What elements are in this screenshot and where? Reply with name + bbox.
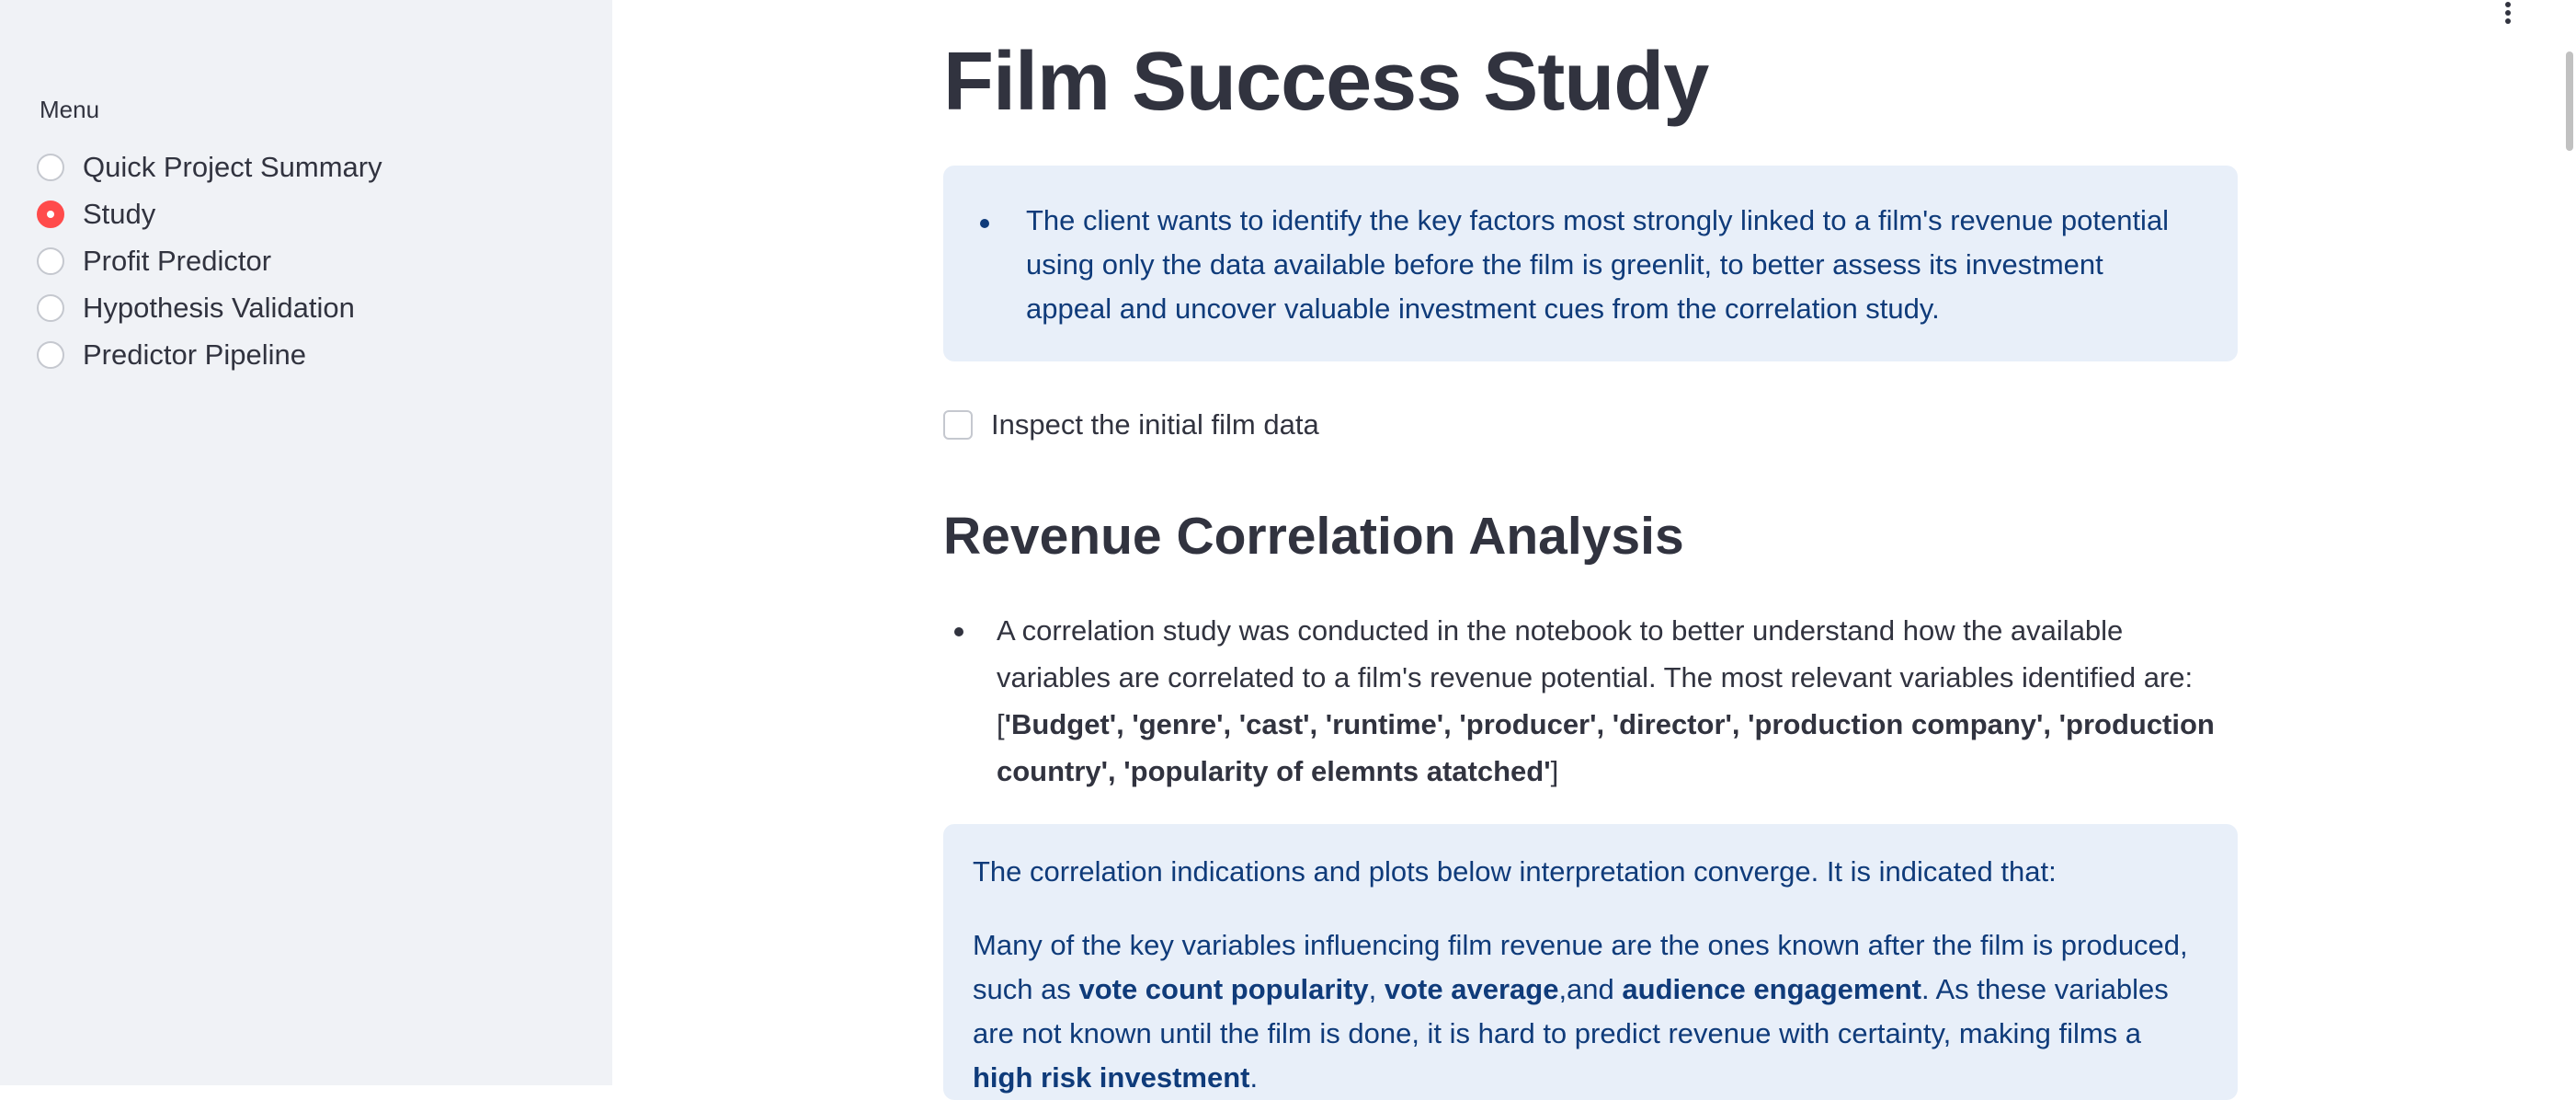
radio-option-label: Hypothesis Validation <box>83 291 355 324</box>
menu-label: Menu <box>40 96 100 123</box>
inspect-data-checkbox-row[interactable]: Inspect the initial film data <box>943 408 1319 441</box>
inspect-data-checkbox[interactable] <box>943 410 973 440</box>
text-span: ,and <box>1558 973 1623 1005</box>
correlation-bullet-text: A correlation study was conducted in the… <box>997 607 2238 795</box>
correlation-bullet: A correlation study was conducted in the… <box>943 607 2238 795</box>
radio-option-label: Predictor Pipeline <box>83 338 306 371</box>
interpretation-paragraph: Many of the key variables influencing fi… <box>973 923 2206 1100</box>
sidebar: Menu Quick Project Summary Study Profit … <box>0 0 612 1085</box>
kebab-menu-icon[interactable] <box>2499 0 2517 28</box>
radio-button[interactable] <box>37 246 64 275</box>
radio-option-label: Study <box>83 197 156 230</box>
bold-term: vote average <box>1384 973 1559 1005</box>
section-title: Revenue Correlation Analysis <box>943 507 1684 566</box>
radio-option-label: Quick Project Summary <box>83 150 382 183</box>
menu-radio-group: Quick Project Summary Study Profit Predi… <box>37 143 382 378</box>
radio-button[interactable] <box>37 153 64 181</box>
bold-term: high risk investment <box>973 1061 1250 1094</box>
radio-option-predictor-pipeline[interactable]: Predictor Pipeline <box>37 331 382 378</box>
radio-option-profit-predictor[interactable]: Profit Predictor <box>37 237 382 284</box>
bullet-dot <box>980 219 989 228</box>
radio-button-selected[interactable] <box>37 200 64 228</box>
radio-button[interactable] <box>37 293 64 322</box>
intro-info-text: The client wants to identify the key fac… <box>1026 204 2170 325</box>
page-title: Film Success Study <box>943 36 1709 128</box>
bold-term: audience engagement <box>1622 973 1921 1005</box>
info-box-interpretation: The correlation indications and plots be… <box>943 824 2238 1100</box>
radio-option-hypothesis-validation[interactable]: Hypothesis Validation <box>37 284 382 331</box>
relevant-variables: 'Budget', 'genre', 'cast', 'runtime', 'p… <box>997 708 2215 787</box>
bold-term: vote count popularity <box>1078 973 1369 1005</box>
interpretation-line1: The correlation indications and plots be… <box>973 855 2057 888</box>
bullet-text-end: ] <box>1550 755 1559 787</box>
bullet-dot <box>954 627 963 636</box>
text-span: , <box>1368 973 1385 1005</box>
scrollbar-thumb[interactable] <box>2566 52 2573 151</box>
checkbox-label: Inspect the initial film data <box>991 408 1319 441</box>
info-box-intro: The client wants to identify the key fac… <box>943 166 2238 361</box>
radio-button[interactable] <box>37 340 64 369</box>
radio-option-label: Profit Predictor <box>83 244 272 277</box>
radio-option-study[interactable]: Study <box>37 190 382 237</box>
radio-option-quick-project-summary[interactable]: Quick Project Summary <box>37 143 382 190</box>
text-span: . <box>1249 1061 1259 1094</box>
